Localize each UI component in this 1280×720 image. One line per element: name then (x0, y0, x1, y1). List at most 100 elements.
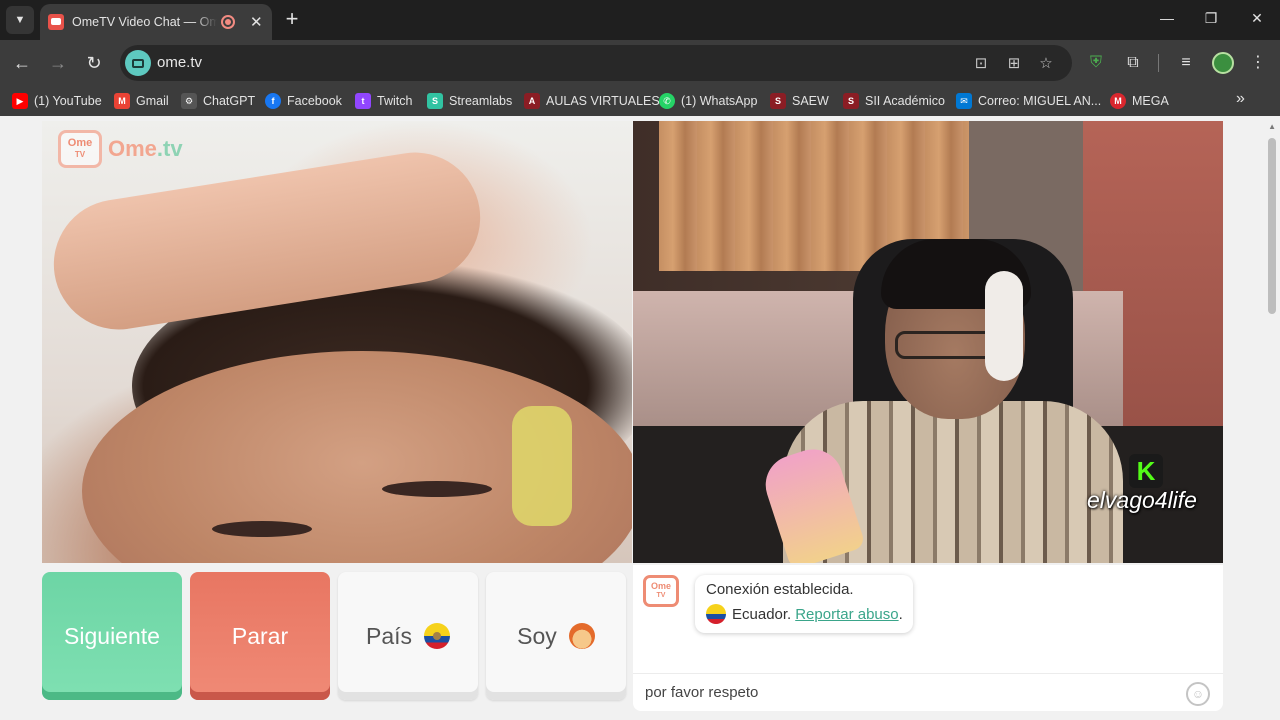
bookmark-sii-academico[interactable]: S SII Académico (843, 92, 945, 110)
ometv-favicon-icon (48, 14, 64, 30)
bookmarks-bar: ▶ (1) YouTube M Gmail ⚙ ChatGPT f Facebo… (0, 86, 1280, 116)
bookmark-label: (1) WhatsApp (681, 94, 758, 108)
connection-status: Conexión establecida. (706, 581, 854, 598)
recording-indicator-icon (220, 15, 235, 29)
bookmark-streamlabs[interactable]: S Streamlabs (427, 92, 512, 110)
ometv-logo: Ome TV Ome.tv (58, 130, 183, 168)
bookmark-label: (1) YouTube (34, 94, 102, 108)
gender-select-button[interactable]: Soy (486, 572, 626, 700)
bookmark-gmail[interactable]: M Gmail (114, 92, 169, 110)
partner-country-row: Ecuador. Reportar abuso. (706, 604, 913, 624)
tv-icon: Ome TV (58, 130, 102, 168)
tab-strip: ▼ OmeTV Video Chat — Omegle ✕ + — ❐ ✕ (0, 0, 1280, 40)
report-abuse-link[interactable]: Reportar abuso (795, 606, 898, 623)
install-app-icon[interactable]: ⊞ (1004, 54, 1024, 72)
address-bar[interactable]: ome.tv ⊡ ⊞ ☆ (120, 45, 1072, 81)
espoch-icon: S (843, 93, 859, 109)
site-info-icon[interactable] (125, 50, 151, 76)
scroll-up-icon[interactable]: ▲ (1268, 122, 1276, 131)
gender-label: Soy (517, 622, 557, 649)
page-scrollbar[interactable]: ▲ (1264, 116, 1280, 720)
bookmark-chatgpt[interactable]: ⚙ ChatGPT (181, 92, 255, 110)
logo-text: Ome.tv (108, 136, 183, 162)
ecuador-flag-icon (706, 604, 726, 624)
streamer-watermark: elvago4life (1087, 487, 1197, 513)
next-label: Siguiente (64, 622, 160, 649)
stop-label: Parar (231, 622, 289, 649)
bookmark-aulas-virtuales[interactable]: A AULAS VIRTUALES (524, 92, 660, 110)
chat-panel: Ome TV Conexión establecida. Ecuador. Re… (633, 565, 1223, 711)
bookmark-label: Gmail (136, 94, 169, 108)
media-control-icon[interactable]: ≡ (1175, 53, 1197, 73)
more-bookmarks-button[interactable]: » (1236, 90, 1245, 108)
new-tab-button[interactable]: + (282, 8, 302, 30)
tab-close-button[interactable]: ✕ (249, 13, 264, 31)
streamlabs-icon: S (427, 93, 443, 109)
video-content (212, 521, 312, 537)
back-button[interactable]: ← (11, 52, 33, 74)
forward-button[interactable]: → (47, 52, 69, 74)
bookmark-facebook[interactable]: f Facebook (265, 92, 342, 110)
outlook-icon: ✉ (956, 93, 972, 109)
scroll-thumb[interactable] (1268, 138, 1276, 314)
tab-title: OmeTV Video Chat — Omegle (72, 15, 217, 29)
country-label: País (365, 622, 413, 649)
system-message: Conexión establecida. Ecuador. Reportar … (695, 575, 913, 633)
video-content (512, 406, 572, 526)
bookmark-twitch[interactable]: t Twitch (355, 92, 412, 110)
boy-emoji-icon (568, 623, 595, 649)
local-video (42, 121, 632, 563)
espoch-icon: S (770, 93, 786, 109)
gmail-icon: M (114, 93, 130, 109)
ecuador-flag-icon (424, 623, 451, 649)
logo-text-domain: .tv (156, 136, 183, 161)
stop-button[interactable]: Parar (190, 572, 330, 700)
restore-button[interactable]: ❐ (1201, 10, 1221, 27)
video-content (382, 481, 492, 497)
chat-input[interactable]: por favor respeto (633, 673, 1223, 711)
extensions-icon[interactable]: ⧉ (1122, 53, 1144, 73)
bookmark-label: SAEW (792, 94, 829, 108)
active-tab[interactable]: OmeTV Video Chat — Omegle ✕ (40, 4, 272, 40)
bookmark-correo[interactable]: ✉ Correo: MIGUEL AN... (956, 92, 1101, 110)
bookmark-mega[interactable]: M MEGA (1110, 92, 1169, 110)
close-window-button[interactable]: ✕ (1247, 10, 1267, 27)
menu-icon[interactable]: ⋮ (1247, 53, 1269, 73)
url-text[interactable]: ome.tv (157, 54, 202, 71)
report-suffix: . (898, 605, 903, 623)
country-filter-button[interactable]: País (338, 572, 478, 700)
ometv-page: Ome TV Ome.tv K elvago4life Siguiente Pa… (0, 116, 1280, 720)
minimize-button[interactable]: — (1157, 10, 1177, 26)
video-content (985, 271, 1023, 381)
logo-text-main: Ome (108, 136, 157, 161)
bookmark-youtube[interactable]: ▶ (1) YouTube (12, 92, 102, 110)
reload-button[interactable]: ↻ (83, 52, 105, 74)
translate-icon[interactable]: ⊡ (971, 54, 991, 72)
toolbar-separator (1158, 54, 1159, 72)
bookmark-label: Correo: MIGUEL AN... (978, 94, 1102, 108)
profile-avatar[interactable] (1212, 52, 1234, 74)
bookmark-label: Twitch (377, 94, 413, 108)
adblock-shield-icon[interactable]: ⛨ (1085, 53, 1107, 73)
partner-country: Ecuador. (732, 605, 792, 623)
next-button[interactable]: Siguiente (42, 572, 182, 700)
youtube-icon: ▶ (12, 93, 28, 109)
logo-tv-text: TV (74, 150, 86, 159)
bookmark-label: SII Académico (865, 94, 945, 108)
emoji-icon[interactable]: ☺ (1186, 682, 1210, 706)
remote-video: K elvago4life (633, 121, 1223, 563)
tab-search-button[interactable]: ▼ (6, 6, 34, 34)
bookmark-label: Facebook (287, 94, 342, 108)
bookmark-label: AULAS VIRTUALES (546, 94, 660, 108)
twitch-icon: t (355, 93, 371, 109)
bookmark-saew[interactable]: S SAEW (770, 92, 829, 110)
logo-tv-text: TV (656, 592, 666, 599)
bookmark-star-icon[interactable]: ☆ (1036, 54, 1056, 72)
bookmark-label: Streamlabs (449, 94, 513, 108)
espoch-icon: A (524, 93, 540, 109)
facebook-icon: f (265, 93, 281, 109)
mega-icon: M (1110, 93, 1126, 109)
ometv-tv-icon: Ome TV (643, 575, 679, 607)
bookmark-whatsapp[interactable]: ✆ (1) WhatsApp (659, 92, 757, 110)
bookmark-label: MEGA (1132, 94, 1169, 108)
